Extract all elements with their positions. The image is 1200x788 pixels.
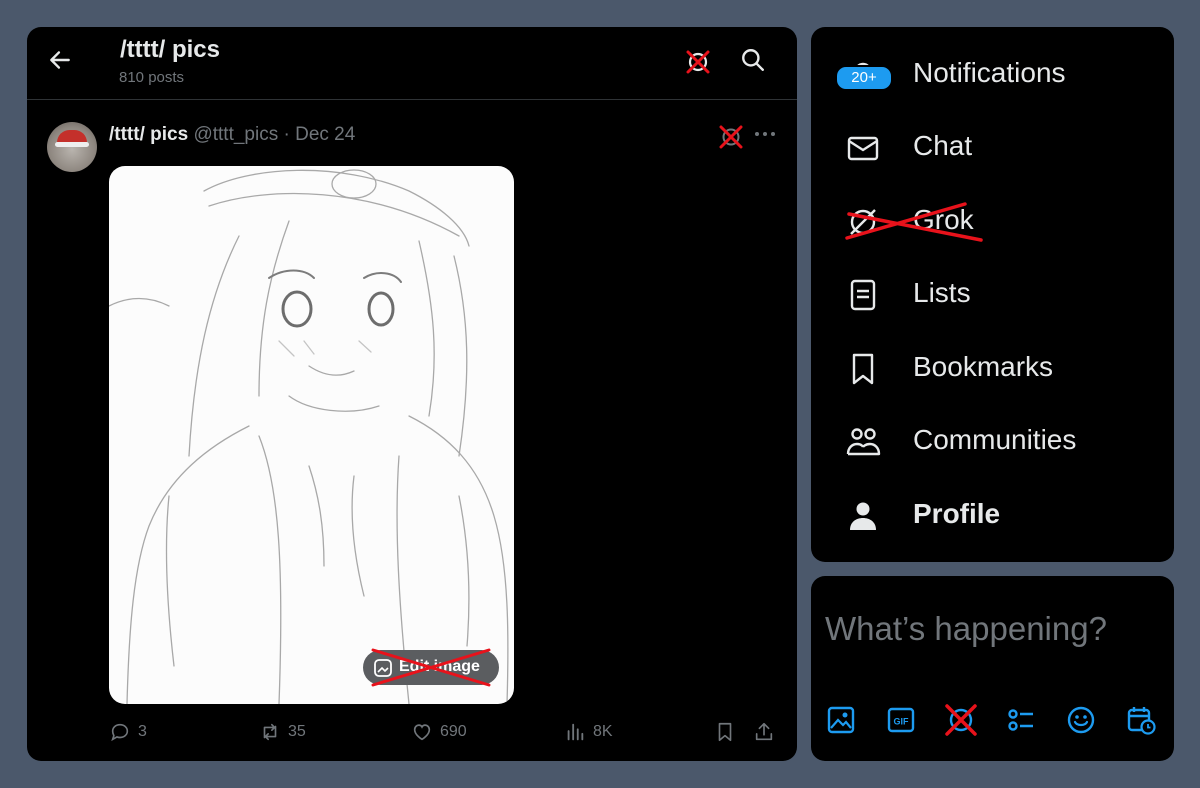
reply-button[interactable]: 3 <box>109 717 147 747</box>
nav-item-lists[interactable]: Lists <box>811 263 1174 323</box>
person-icon <box>850 502 876 530</box>
post-count: 810 posts <box>119 69 185 86</box>
sketch-illustration <box>109 169 509 704</box>
views-icon <box>567 723 584 741</box>
post-actions: 3 35 690 8K <box>27 717 797 747</box>
post-image[interactable]: Edit image <box>109 166 514 704</box>
page-title: /tttt/ pics <box>120 36 220 63</box>
more-options-icon[interactable] <box>753 127 777 141</box>
poll-icon[interactable] <box>1005 704 1037 736</box>
compose-input[interactable]: What’s happening? <box>825 610 1107 648</box>
bookmark-icon <box>718 722 732 742</box>
like-button[interactable]: 690 <box>411 717 467 747</box>
like-count: 690 <box>440 723 467 740</box>
author-handle[interactable]: @tttt_pics <box>193 124 278 145</box>
grok-icon[interactable] <box>945 704 977 736</box>
views-button[interactable]: 8K <box>564 717 613 747</box>
reply-count: 3 <box>138 723 147 740</box>
nav-label-bookmarks: Bookmarks <box>913 351 1054 382</box>
reply-icon <box>111 723 129 742</box>
gif-icon[interactable]: GIF <box>885 704 917 736</box>
communities-icon <box>846 428 881 456</box>
separator: · <box>283 124 290 145</box>
author-name[interactable]: /tttt/ pics <box>109 124 188 145</box>
heart-icon <box>413 724 431 741</box>
schedule-icon[interactable] <box>1125 704 1157 736</box>
view-count: 8K <box>593 723 613 740</box>
nav-label-notifications: Notifications <box>913 57 1066 88</box>
envelope-icon <box>847 136 879 161</box>
repost-icon <box>263 723 277 741</box>
timeline-panel: /tttt/ pics 810 posts /tttt/ pics @tttt_… <box>27 27 797 761</box>
nav-label-chat: Chat <box>913 130 973 161</box>
share-icon <box>755 722 773 741</box>
list-icon <box>850 279 876 311</box>
strike-out-mark <box>371 648 491 687</box>
side-navigation: 20+ Notifications Chat Grok Lists Bookma… <box>811 27 1174 562</box>
nav-label-communities: Communities <box>913 424 1077 455</box>
svg-text:GIF: GIF <box>894 717 910 727</box>
repost-count: 35 <box>288 723 306 740</box>
share-button[interactable] <box>753 717 775 747</box>
nav-label-profile: Profile <box>913 498 1001 529</box>
edit-image-button[interactable]: Edit image <box>363 648 499 687</box>
nav-label-lists: Lists <box>913 277 971 308</box>
avatar[interactable] <box>47 122 97 172</box>
profile-header: /tttt/ pics 810 posts <box>27 27 797 100</box>
nav-item-bookmarks[interactable]: Bookmarks <box>811 337 1174 397</box>
strike-out-mark <box>845 202 983 242</box>
bookmark-icon <box>852 353 874 385</box>
bookmark-button[interactable] <box>714 717 736 747</box>
emoji-icon[interactable] <box>1065 704 1097 736</box>
nav-item-communities[interactable]: Communities <box>811 410 1174 470</box>
image-icon[interactable] <box>825 704 857 736</box>
nav-item-profile[interactable]: Profile <box>811 484 1174 544</box>
post-date[interactable]: Dec 24 <box>295 124 355 145</box>
post-author-line: /tttt/ pics @tttt_pics · Dec 24 <box>109 124 355 146</box>
compose-box: What’s happening? GIF <box>811 576 1174 761</box>
search-icon[interactable] <box>740 47 766 73</box>
grok-icon[interactable] <box>717 123 745 151</box>
back-arrow-icon[interactable] <box>47 47 73 73</box>
nav-item-grok[interactable]: Grok <box>811 190 1174 250</box>
nav-item-chat[interactable]: Chat <box>811 116 1174 176</box>
grok-icon[interactable] <box>683 47 713 77</box>
nav-item-notifications[interactable]: 20+ Notifications <box>811 43 1174 103</box>
repost-button[interactable]: 35 <box>259 717 306 747</box>
notifications-badge: 20+ <box>835 65 893 91</box>
